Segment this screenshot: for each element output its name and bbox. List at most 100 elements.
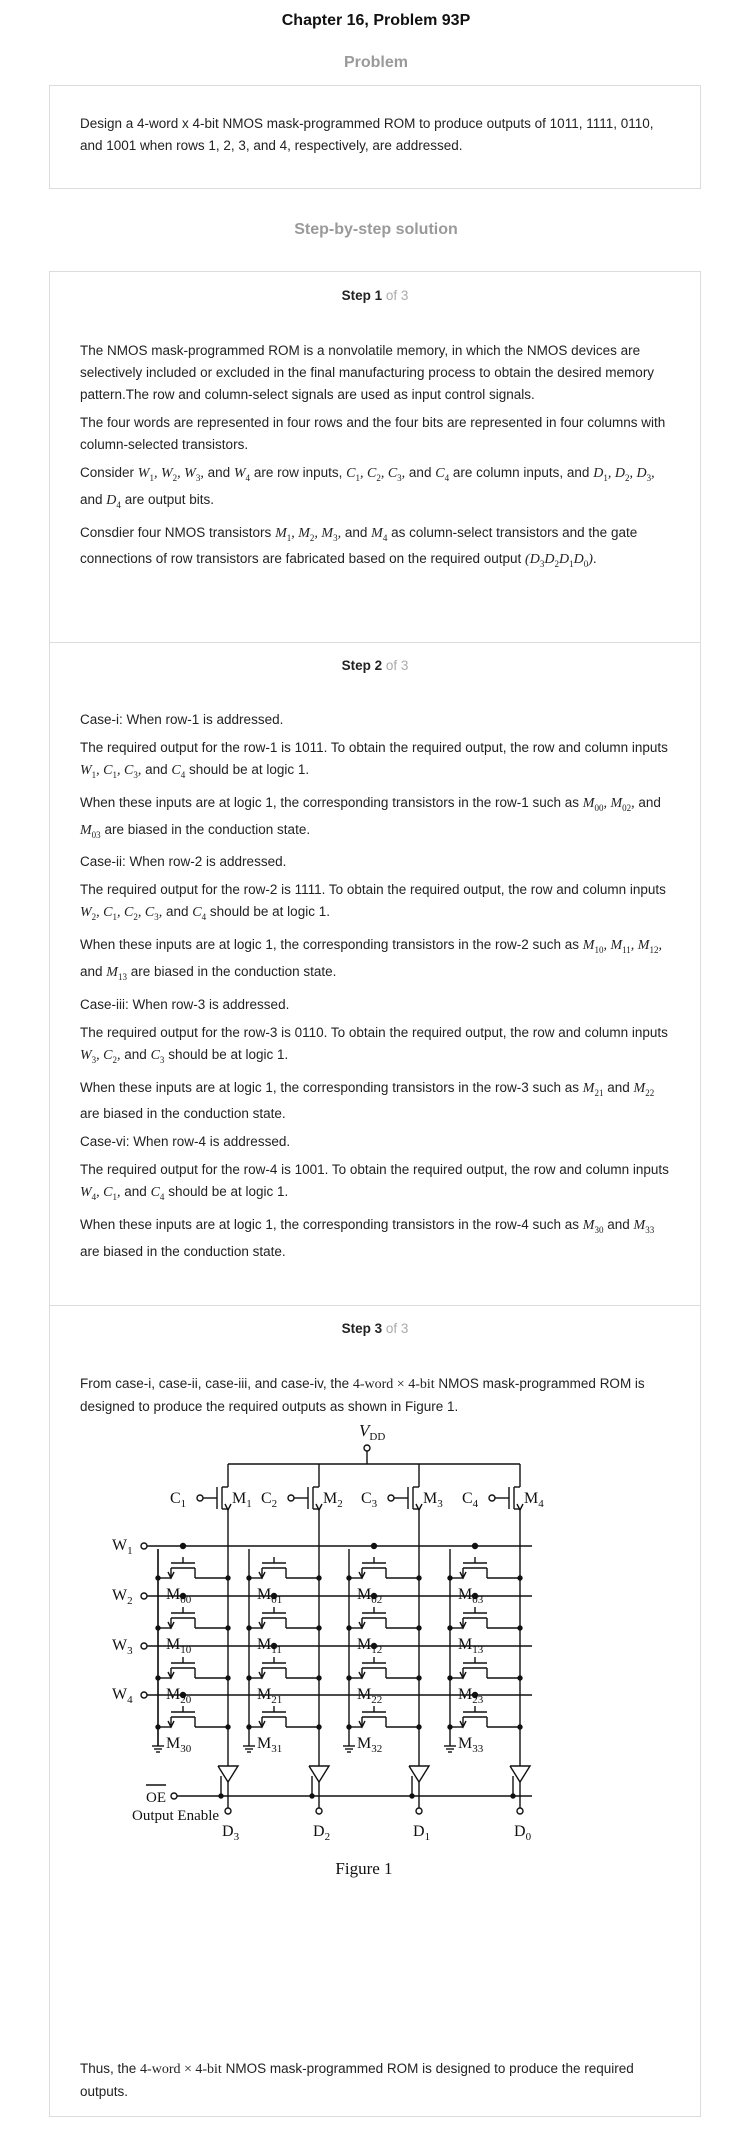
case-1-heading: Case-i: When row-1 is addressed. [80,712,284,727]
output-terminal-1 [315,1807,323,1815]
word-line-terminal-3 [140,1691,148,1699]
step-1-p4: Consdier four NMOS transistors M1, M2, M… [80,524,638,570]
output-label-0: D3 [222,1823,240,1843]
case-4-transistors: When these inputs are at logic 1, the co… [80,1217,655,1259]
case-3-inputs: The required output for the row-3 is 011… [80,1024,668,1065]
cell-02-node [416,1575,422,1581]
cell-01-node [316,1575,322,1581]
output-enable-label: Output Enable [132,1808,219,1824]
col-select-label-2: C3 [361,1490,378,1510]
col-select-label-1: C2 [261,1490,277,1510]
col-2-terminal [387,1494,395,1502]
col-select-label-3: C4 [462,1490,479,1510]
cell-02-connection [370,1542,378,1550]
cell-03-node [517,1575,523,1581]
page-title: Chapter 16, Problem 93P [281,12,471,29]
output-label-2: D1 [413,1823,430,1843]
cell-label-21: M21 [257,1686,282,1706]
buffer-en-node-1 [309,1793,315,1799]
word-line-terminal-2 [140,1642,148,1650]
problem-text: Design a 4-word x 4-bit NMOS mask-progra… [80,116,654,153]
output-terminal-2 [415,1807,423,1815]
case-3-heading: Case-iii: When row-3 is addressed. [80,996,290,1012]
col-3-terminal [488,1494,496,1502]
cell-31-node [316,1724,322,1730]
buffer-en-node-3 [510,1793,516,1799]
oe-terminal [170,1792,178,1800]
cell-label-30: M30 [166,1735,192,1755]
output-label-3: D0 [514,1823,532,1843]
cell-21-node [316,1675,322,1681]
case-1-transistors: When these inputs are at logic 1, the co… [80,794,661,840]
buffer-en-node-2 [409,1793,415,1799]
step-1: Step 1 of 3 The NMOS mask-programmed ROM… [50,272,700,642]
figure-caption: Figure 1 [335,1859,392,1878]
col-0-terminal [196,1494,204,1502]
col-transistor-label-0: M1 [232,1490,252,1510]
case-1-inputs: The required output for the row-1 is 101… [80,740,668,780]
col-select-label-0: C1 [170,1490,186,1510]
col-transistor-label-2: M3 [423,1490,443,1510]
col-transistor-label-3: M4 [524,1490,544,1510]
case-2-inputs: The required output for the row-2 is 111… [80,882,666,923]
case-2-heading: Case-ii: When row-2 is addressed. [80,854,287,870]
step-3-p1: From case-i, case-ii, case-iii, and case… [80,1376,645,1414]
cell-11-node [316,1625,322,1631]
rom-circuit-figure: VDD C1 M1 C2 M2 C3 M3 C4 M4 W1 M00 M01 M02 M03 W2 M10 M1… [112,1424,544,1878]
cell-label-01: M01 [257,1586,282,1606]
cell-20-node [225,1675,231,1681]
cell-label-00: M00 [166,1586,192,1606]
step-3: Step 3 of 3 From case-i, case-ii, case-i… [50,1305,700,2116]
output-terminal-3 [516,1807,524,1815]
cell-22-node [416,1675,422,1681]
problem-heading: Problem [343,54,408,71]
cell-label-31: M31 [257,1735,282,1755]
cell-label-22: M22 [357,1686,382,1706]
output-label-1: D2 [313,1823,330,1843]
step-3-title: Step 3 of 3 [341,1321,409,1336]
step-3-p2: Thus, the 4-word × 4-bit NMOS mask-progr… [80,2061,634,2099]
buffer-en-node-0 [218,1793,224,1799]
cell-label-12: M12 [357,1636,382,1656]
word-line-terminal-0 [140,1542,148,1550]
cell-label-11: M11 [257,1636,282,1656]
cell-00-node [225,1575,231,1581]
cell-label-23: M23 [458,1686,484,1706]
cell-label-02: M02 [357,1586,382,1606]
solution-box: Step 1 of 3 The NMOS mask-programmed ROM… [49,271,701,2117]
cell-10-node [225,1625,231,1631]
col-1-terminal [287,1494,295,1502]
word-line-label-0: W1 [112,1537,133,1557]
case-2-transistors: When these inputs are at logic 1, the co… [80,937,662,982]
vdd-label: VDD [359,1424,385,1443]
step-2-title: Step 2 of 3 [341,658,409,673]
step-1-p1: The NMOS mask-programmed ROM is a nonvol… [80,343,655,402]
word-line-label-3: W4 [112,1686,133,1706]
cell-30-node [225,1724,231,1730]
cell-label-32: M32 [357,1735,382,1755]
cell-03-connection [471,1542,479,1550]
step-1-title: Step 1 of 3 [341,288,409,303]
col-transistor-label-1: M2 [323,1490,343,1510]
word-line-terminal-1 [140,1592,148,1600]
step-1-p2: The four words are represented in four r… [80,415,666,452]
cell-33-node [517,1724,523,1730]
vdd-terminal [363,1444,371,1452]
case-4-heading: Case-vi: When row-4 is addressed. [80,1134,291,1150]
cell-23-node [517,1675,523,1681]
word-line-label-1: W2 [112,1587,133,1607]
case-3-transistors: When these inputs are at logic 1, the co… [80,1079,655,1122]
case-4-inputs: The required output for the row-4 is 100… [80,1162,669,1203]
cell-label-03: M03 [458,1586,484,1606]
cell-label-20: M20 [166,1686,192,1706]
oe-label: OE [146,1790,166,1806]
cell-00-connection [179,1542,187,1550]
cell-13-node [517,1625,523,1631]
cell-label-10: M10 [166,1636,192,1656]
word-line-label-2: W3 [112,1637,133,1657]
solution-heading: Step-by-step solution [294,221,458,238]
output-terminal-0 [224,1807,232,1815]
cell-32-node [416,1724,422,1730]
problem-box: Design a 4-word x 4-bit NMOS mask-progra… [49,85,701,189]
step-2: Step 2 of 3 Case-i: When row-1 is addres… [50,642,700,1305]
